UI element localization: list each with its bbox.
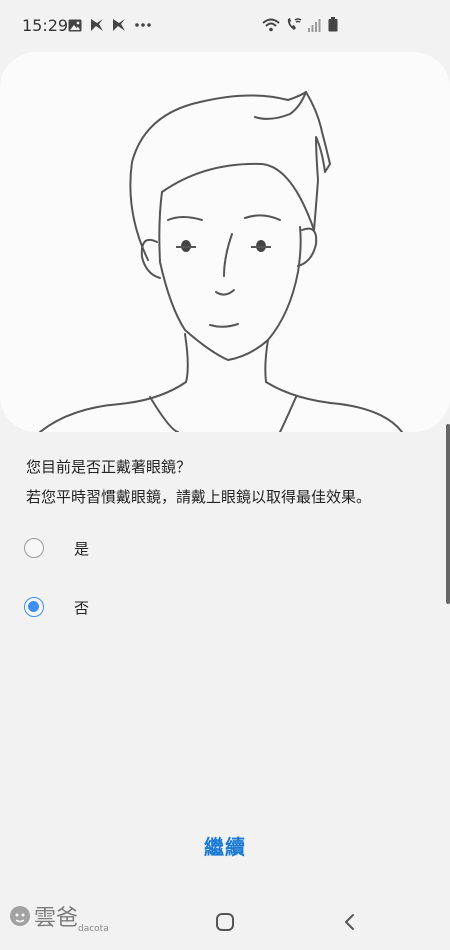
more-dots-icon [134, 22, 152, 28]
radio-no-label: 否 [74, 598, 90, 617]
app-notification-icon [90, 18, 104, 32]
signal-icon [308, 18, 322, 32]
radio-option-yes[interactable]: 是 [24, 528, 424, 568]
battery-icon [328, 17, 338, 32]
back-icon[interactable] [342, 913, 358, 931]
radio-option-no[interactable]: 否 [24, 587, 424, 627]
scroll-indicator [446, 424, 450, 604]
continue-button[interactable]: 繼續 [150, 826, 300, 864]
wifi-calling-icon [286, 17, 302, 32]
app-notification-icon-2 [112, 18, 126, 32]
navigation-bar [0, 898, 450, 950]
face-illustration [39, 91, 403, 432]
radio-yes-label: 是 [74, 539, 90, 558]
hint-text: 若您平時習慣戴眼鏡，請戴上眼鏡以取得最佳效果。 [26, 488, 372, 506]
image-icon [68, 19, 82, 32]
status-left-icons [68, 18, 152, 32]
illustration-card [0, 52, 450, 432]
status-time: 15:29 [22, 16, 69, 35]
question-text: 您目前是否正戴著眼鏡？ [26, 458, 192, 476]
wifi-icon [262, 18, 280, 32]
status-right-icons [262, 17, 338, 32]
status-bar: 15:29 [0, 0, 450, 52]
radio-yes-circle[interactable] [24, 538, 44, 558]
home-icon[interactable] [215, 912, 235, 932]
radio-no-circle[interactable] [24, 597, 44, 617]
